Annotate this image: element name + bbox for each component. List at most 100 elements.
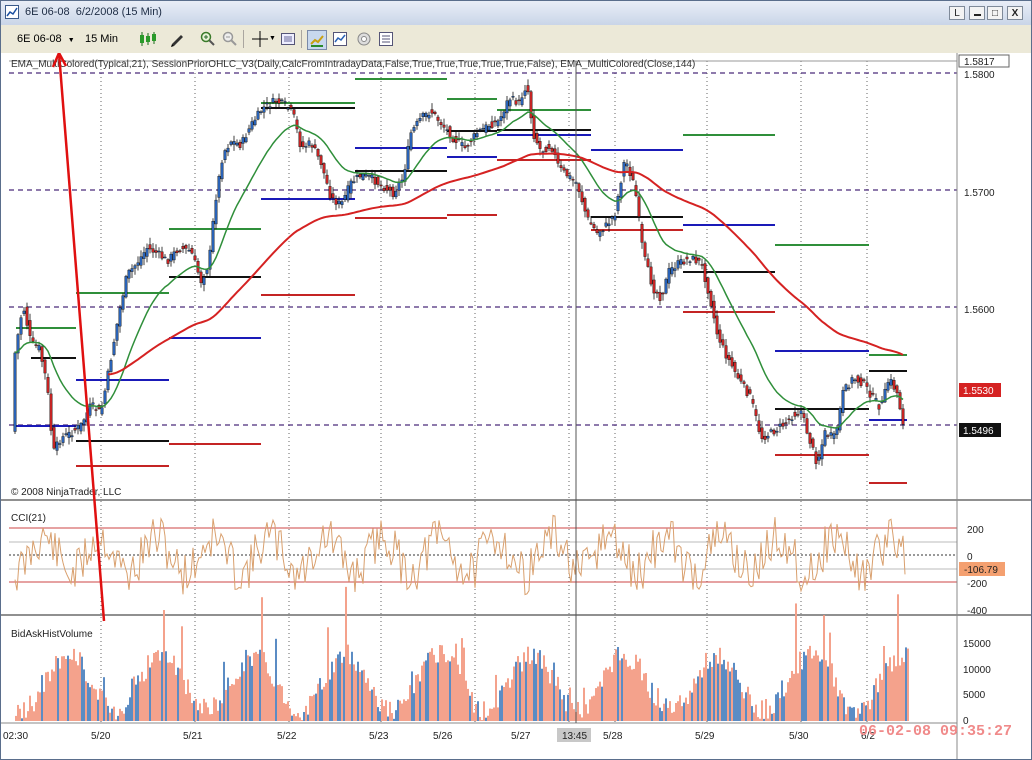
candle-body xyxy=(223,150,227,160)
candle-body xyxy=(169,253,173,262)
volume-bar xyxy=(467,688,469,721)
volume-bar xyxy=(57,658,59,721)
zoom-out-icon[interactable] xyxy=(221,30,239,48)
volume-bar xyxy=(839,690,841,721)
candle-body xyxy=(697,257,701,261)
volume-bar xyxy=(617,646,619,721)
volume-bar xyxy=(353,664,355,721)
volume-bar xyxy=(439,645,441,721)
zoom-in-icon[interactable] xyxy=(199,30,217,48)
data-box-icon[interactable] xyxy=(279,30,297,48)
candle-body xyxy=(424,112,428,117)
chart-trader-icon[interactable] xyxy=(377,30,395,48)
candle-body xyxy=(625,163,629,167)
volume-bar xyxy=(315,693,317,721)
volume-bar xyxy=(79,652,81,721)
title-bar[interactable]: 6E 06-08 6/2/2008 (15 Min) L □ X xyxy=(1,1,1031,26)
volume-bar xyxy=(529,663,531,721)
candle-body xyxy=(739,374,743,382)
candle-body xyxy=(484,124,488,133)
candle-body xyxy=(541,151,545,153)
volume-bar xyxy=(877,692,879,721)
candle-body xyxy=(772,429,776,435)
volume-bar xyxy=(229,685,231,721)
volume-bar xyxy=(545,666,547,721)
volume-bar xyxy=(193,700,195,721)
volume-bar xyxy=(593,695,595,721)
volume-bar xyxy=(199,703,201,721)
volume-bar xyxy=(801,669,803,721)
minimize-button[interactable] xyxy=(969,6,985,20)
last-price-black: 1.5496 xyxy=(963,426,994,437)
candle-body xyxy=(286,108,290,110)
candle-body xyxy=(871,393,875,395)
volume-bar xyxy=(561,699,563,721)
candle-body xyxy=(163,256,167,259)
interval-selector[interactable]: 15 Min ▼ xyxy=(85,29,131,64)
volume-bar xyxy=(265,662,267,721)
volume-bar xyxy=(215,699,217,721)
candle-body xyxy=(22,310,26,314)
volume-bar xyxy=(663,703,665,721)
volume-tick: 15000 xyxy=(963,639,991,650)
indicators-icon[interactable] xyxy=(331,30,349,48)
candle-body xyxy=(559,165,563,168)
volume-bar xyxy=(829,632,831,721)
volume-bar xyxy=(333,672,335,721)
volume-bar xyxy=(891,671,893,721)
candle-body xyxy=(277,98,281,104)
candle-body xyxy=(745,385,749,396)
volume-bar xyxy=(793,673,795,721)
candle-body xyxy=(700,264,704,266)
properties-icon[interactable] xyxy=(355,30,373,48)
volume-bar xyxy=(745,692,747,721)
volume-bar xyxy=(683,702,685,721)
close-button[interactable]: X xyxy=(1007,6,1023,20)
volume-bar xyxy=(707,668,709,721)
candle-body xyxy=(133,265,137,269)
volume-bar xyxy=(417,674,419,721)
volume-bar xyxy=(565,711,567,721)
volume-bar xyxy=(831,663,833,721)
volume-bar xyxy=(217,710,219,721)
volume-bar xyxy=(553,662,555,721)
candle-body xyxy=(583,198,587,212)
candle-body xyxy=(790,419,794,421)
crosshair-icon[interactable] xyxy=(251,30,269,48)
link-button[interactable]: L xyxy=(949,6,965,20)
volume-bar xyxy=(183,679,185,721)
volume-bar xyxy=(351,651,353,721)
volume-bar xyxy=(665,698,667,721)
candle-body xyxy=(694,256,698,264)
volume-bar xyxy=(623,653,625,721)
volume-bar xyxy=(409,685,411,721)
instrument-selector[interactable]: 6E 06-08 ▼ xyxy=(17,29,75,49)
volume-title: BidAskHistVolume xyxy=(11,629,93,640)
volume-bar xyxy=(463,647,465,721)
volume-bar xyxy=(609,666,611,721)
volume-bar xyxy=(255,651,257,721)
maximize-button[interactable]: □ xyxy=(987,6,1003,20)
candle-body xyxy=(226,147,230,153)
pencil-drawing-icon[interactable] xyxy=(169,30,187,48)
volume-bar xyxy=(213,697,215,721)
candle-body xyxy=(280,99,284,102)
volume-bar xyxy=(841,693,843,721)
candlestick-style-icon[interactable] xyxy=(139,30,157,48)
volume-bar xyxy=(169,662,171,721)
volume-bar xyxy=(895,666,897,721)
volume-bar xyxy=(729,671,731,721)
volume-bar xyxy=(709,661,711,721)
strategy-icon[interactable] xyxy=(307,30,327,50)
price-chart[interactable]: EMA_MultiColored(Typical,21), SessionPri… xyxy=(1,53,1031,759)
candle-body xyxy=(445,129,449,131)
candle-body xyxy=(253,119,257,126)
volume-bar xyxy=(489,708,491,721)
volume-bar xyxy=(341,662,343,721)
chevron-down-icon[interactable]: ▼ xyxy=(269,29,276,49)
volume-bar xyxy=(317,683,319,721)
volume-bar xyxy=(661,711,663,721)
volume-bar xyxy=(59,668,61,721)
candle-body xyxy=(508,99,512,107)
volume-bar xyxy=(97,699,99,721)
